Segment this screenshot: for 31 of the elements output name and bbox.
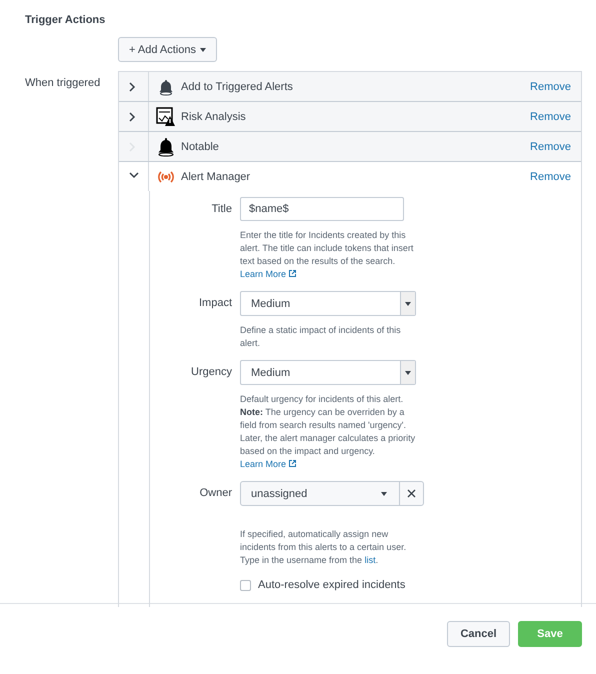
help-text: Enter the title for Incidents created by this alert. The title can include tokens that insert text based on the results of the search. Learn More: [240, 229, 414, 281]
cancel-button[interactable]: Cancel: [447, 621, 510, 647]
broadcast-icon: [156, 168, 176, 184]
field-label: Title: [210, 202, 232, 217]
remove-link[interactable]: Remove: [530, 170, 571, 182]
dropdown[interactable]: Medium: [240, 360, 416, 385]
chart-warning-icon: [156, 106, 176, 126]
title-input[interactable]: $name$: [240, 197, 404, 221]
action-name: Add to Triggered Alerts: [181, 80, 294, 92]
help-text: Define a static impact of incidents of this alert.: [240, 324, 402, 350]
field-label: Impact: [198, 296, 232, 311]
owner-dropdown[interactable]: unassigned: [240, 481, 424, 506]
add-actions-button[interactable]: + Add Actions: [118, 37, 217, 62]
action-name: Alert Manager: [181, 170, 252, 182]
action-name: Risk Analysis: [181, 110, 247, 122]
when-triggered-label: When triggered: [25, 76, 102, 91]
list-link[interactable]: list: [364, 555, 376, 565]
section-title: Trigger Actions: [25, 14, 106, 26]
action-name: Notable: [181, 140, 220, 152]
field-label: Urgency: [190, 365, 232, 380]
dropdown[interactable]: Medium: [240, 291, 416, 316]
remove-link[interactable]: Remove: [530, 80, 571, 92]
help-text: Default urgency for incidents of this alert. Note: The urgency can be overriden by a field from search results named 'urgency'. Later, the alert manager calculates a priority based on the impact and urgency. Learn More: [240, 393, 416, 471]
learn-more-link[interactable]: Learn More: [240, 269, 296, 279]
help-text: If specified, automatically assign new incidents from this alerts to a certain user. Type in the username from the list.: [240, 528, 408, 567]
bell-icon: [157, 78, 175, 96]
auto-resolve-checkbox[interactable]: Auto-resolve expired incidents: [240, 579, 420, 591]
remove-link[interactable]: Remove: [530, 110, 571, 122]
field-label: Owner: [198, 486, 232, 501]
learn-more-link[interactable]: Learn More: [240, 459, 296, 469]
bell-icon: [156, 136, 176, 156]
